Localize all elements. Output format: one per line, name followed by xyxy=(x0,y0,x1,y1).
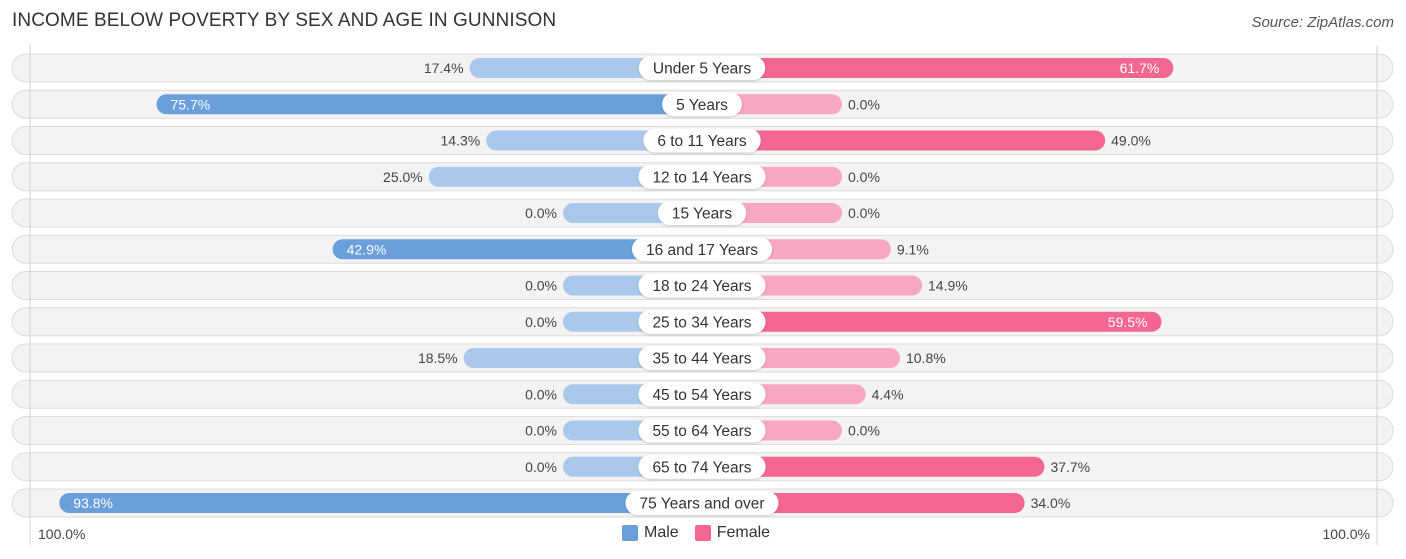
category-label-text: 25 to 34 Years xyxy=(652,314,751,331)
data-label-female: 59.5% xyxy=(1108,314,1148,330)
data-label-male: 18.5% xyxy=(418,350,458,366)
data-label-female: 9.1% xyxy=(897,241,929,257)
axis-left-label: 100.0% xyxy=(38,526,86,542)
category-label-text: 18 to 24 Years xyxy=(652,278,751,295)
category-label: 75 Years and over xyxy=(625,491,779,515)
data-label-male: 0.0% xyxy=(525,205,557,221)
data-label-female: 0.0% xyxy=(848,205,880,221)
legend-item-female: Female xyxy=(694,524,771,542)
category-label: 25 to 34 Years xyxy=(638,309,766,334)
data-label-male: 14.3% xyxy=(441,133,481,149)
data-label-female: 34.0% xyxy=(1031,495,1071,511)
data-label-female: 10.8% xyxy=(906,350,946,366)
category-label-text: 16 and 17 Years xyxy=(646,242,758,259)
data-label-male: 75.7% xyxy=(170,96,210,112)
data-label-male: 0.0% xyxy=(525,459,557,475)
data-label-male: 42.9% xyxy=(347,241,387,257)
category-label-text: 75 Years and over xyxy=(640,496,765,513)
bar-female xyxy=(702,130,1106,151)
category-label: 12 to 14 Years xyxy=(638,164,766,189)
axis-right-label: 100.0% xyxy=(1322,526,1370,542)
category-label-text: 6 to 11 Years xyxy=(657,133,747,150)
data-label-male: 25.0% xyxy=(383,169,423,185)
category-label-text: 15 Years xyxy=(672,206,733,223)
category-label: 16 and 17 Years xyxy=(631,237,773,262)
legend-swatch-male xyxy=(622,525,638,541)
category-label-text: 65 to 74 Years xyxy=(652,459,751,476)
data-label-female: 14.9% xyxy=(928,278,968,294)
category-label: 65 to 74 Years xyxy=(638,454,766,479)
data-label-male: 0.0% xyxy=(525,314,557,330)
data-label-male: 0.0% xyxy=(525,423,557,439)
data-label-female: 0.0% xyxy=(848,96,880,112)
data-label-female: 0.0% xyxy=(848,423,880,439)
data-label-female: 37.7% xyxy=(1050,459,1090,475)
category-label-text: 5 Years xyxy=(676,97,728,114)
category-label-text: 35 to 44 Years xyxy=(652,351,751,368)
bar-male xyxy=(156,94,703,115)
data-label-female: 4.4% xyxy=(872,386,904,402)
category-label-text: 45 to 54 Years xyxy=(652,387,751,404)
category-label-text: Under 5 Years xyxy=(653,61,751,78)
category-label: 35 to 44 Years xyxy=(638,346,766,370)
category-label: 55 to 64 Years xyxy=(638,418,766,443)
data-label-female: 61.7% xyxy=(1120,60,1160,76)
category-label: 18 to 24 Years xyxy=(638,273,766,298)
bar-male xyxy=(59,493,702,513)
category-label: 15 Years xyxy=(657,201,747,225)
legend-swatch-female xyxy=(694,525,711,541)
data-label-female: 0.0% xyxy=(848,169,880,185)
data-label-male: 0.0% xyxy=(525,386,557,402)
legend-item-male: Male xyxy=(622,524,679,542)
category-label-text: 12 to 14 Years xyxy=(652,169,751,186)
data-label-male: 93.8% xyxy=(73,495,113,511)
bar-female xyxy=(702,311,1162,332)
legend-label-female: Female xyxy=(716,524,771,541)
data-label-male: 0.0% xyxy=(525,278,557,294)
data-label-male: 17.4% xyxy=(424,60,464,76)
category-label: 5 Years xyxy=(662,92,742,117)
category-label: Under 5 Years xyxy=(638,56,766,80)
bar-female xyxy=(702,58,1174,78)
category-label: 45 to 54 Years xyxy=(638,382,766,407)
legend: Male Female xyxy=(622,524,776,542)
category-label-text: 55 to 64 Years xyxy=(652,423,751,440)
category-label: 6 to 11 Years xyxy=(643,128,761,153)
chart-canvas: 17.4% 61.7% Under 5 Years 75.7% 0.0% 5 Years 1… xyxy=(11,45,1394,545)
data-label-female: 49.0% xyxy=(1111,133,1151,149)
legend-label-male: Male xyxy=(644,524,679,541)
